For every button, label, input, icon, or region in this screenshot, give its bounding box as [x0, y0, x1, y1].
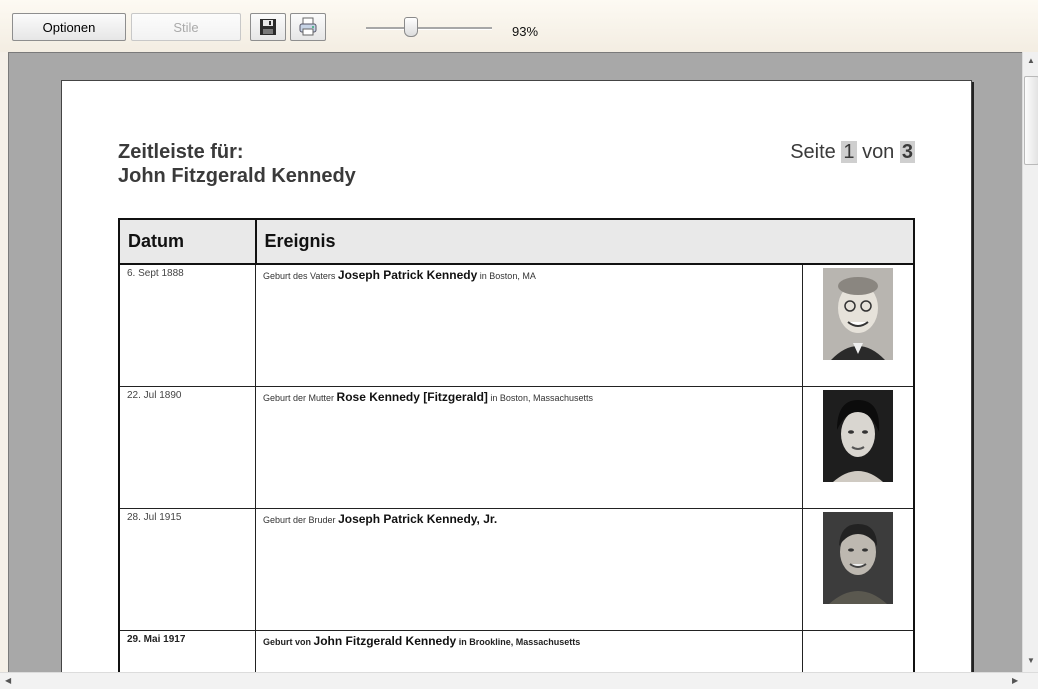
event-place: in Boston, MA	[479, 271, 536, 281]
row-event: Geburt der Mutter Rose Kennedy [Fitzgera…	[255, 386, 803, 509]
table-header-row: Datum Ereignis	[118, 218, 915, 265]
table-row: 28. Jul 1915 Geburt der Bruder Joseph Pa…	[118, 508, 915, 631]
row-photo-cell	[802, 386, 915, 509]
scroll-up-arrow-icon[interactable]: ▲	[1027, 56, 1035, 65]
person-name: John Fitzgerald Kennedy	[118, 165, 356, 187]
zoom-slider-thumb[interactable]	[404, 17, 418, 37]
row-date: 28. Jul 1915	[118, 508, 256, 631]
vertical-scrollbar[interactable]: ▲ ▼	[1022, 52, 1038, 672]
row-photo-cell	[802, 630, 915, 672]
row-event: Geburt der Bruder Joseph Patrick Kennedy…	[255, 508, 803, 631]
column-header-date: Datum	[118, 218, 257, 265]
row-date: 6. Sept 1888	[118, 263, 256, 387]
save-button[interactable]	[250, 13, 286, 41]
event-person: Joseph Patrick Kennedy, Jr.	[338, 512, 498, 526]
save-icon	[260, 19, 276, 35]
row-event: Geburt von John Fitzgerald Kennedy in Br…	[255, 630, 803, 672]
toolbar: Optionen Stile 93%	[0, 0, 1038, 52]
event-place: in Brookline, Massachusetts	[458, 637, 581, 647]
event-person: Joseph Patrick Kennedy	[337, 268, 478, 282]
table-row: 29. Mai 1917 Geburt von John Fitzgerald …	[118, 630, 915, 672]
event-prefix: Geburt der Bruder	[263, 515, 336, 525]
row-date: 29. Mai 1917	[118, 630, 256, 672]
options-button[interactable]: Optionen	[12, 13, 126, 41]
styles-button[interactable]: Stile	[131, 13, 241, 41]
row-event: Geburt des Vaters Joseph Patrick Kennedy…	[255, 263, 803, 387]
brother-photo	[823, 512, 893, 604]
page-total: 3	[899, 141, 915, 163]
table-row: 22. Jul 1890 Geburt der Mutter Rose Kenn…	[118, 386, 915, 509]
page-current: 1	[841, 141, 857, 163]
row-photo-cell	[802, 508, 915, 631]
timeline-table: Datum Ereignis 6. Sept 1888 Geburt des V…	[118, 218, 915, 672]
print-button[interactable]	[290, 13, 326, 41]
event-prefix: Geburt des Vaters	[263, 271, 336, 281]
scroll-right-arrow-icon[interactable]: ▶	[1012, 676, 1018, 685]
father-photo	[823, 268, 893, 360]
document-viewport: Zeitleiste für: John Fitzgerald Kennedy …	[8, 52, 1022, 672]
event-person: Rose Kennedy [Fitzgerald]	[336, 390, 488, 404]
event-place: in Boston, Massachusetts	[490, 393, 593, 403]
event-prefix: Geburt von	[263, 637, 312, 647]
zoom-level: 93%	[512, 24, 539, 39]
page-label: Seite	[790, 141, 836, 163]
zoom-slider-track[interactable]	[366, 27, 492, 30]
page-indicator: Seite 1 von 3	[790, 141, 915, 164]
mother-photo	[823, 390, 893, 482]
scroll-left-arrow-icon[interactable]: ◀	[5, 676, 11, 685]
document-page: Zeitleiste für: John Fitzgerald Kennedy …	[61, 80, 972, 672]
scroll-down-arrow-icon[interactable]: ▼	[1027, 656, 1035, 665]
table-row: 6. Sept 1888 Geburt des Vaters Joseph Pa…	[118, 263, 915, 387]
page-of-label: von	[862, 141, 895, 163]
event-person: John Fitzgerald Kennedy	[313, 634, 457, 648]
report-title: Zeitleiste für:	[118, 141, 244, 163]
row-date: 22. Jul 1890	[118, 386, 256, 509]
horizontal-scrollbar[interactable]: ◀ ▶	[0, 672, 1038, 689]
print-icon	[299, 17, 317, 36]
vertical-scroll-thumb[interactable]	[1024, 76, 1038, 165]
column-header-event: Ereignis	[254, 218, 915, 265]
event-prefix: Geburt der Mutter	[263, 393, 335, 403]
row-photo-cell	[802, 263, 915, 387]
